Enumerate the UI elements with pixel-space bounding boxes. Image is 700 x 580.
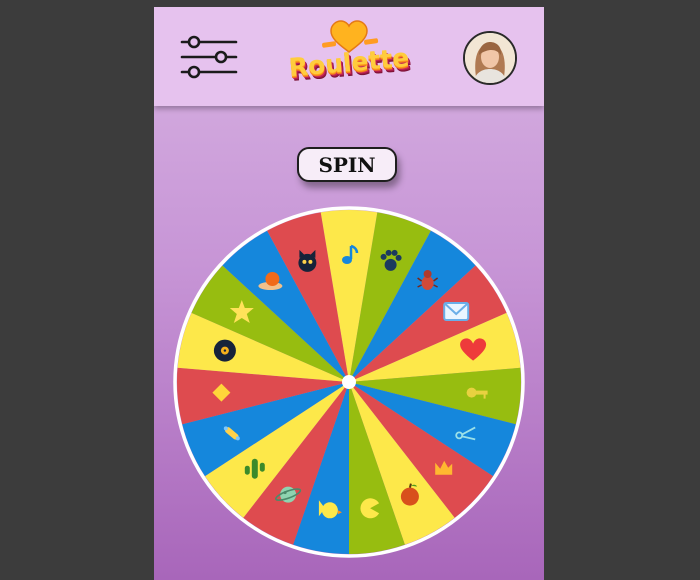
vinyl-record-icon <box>213 339 236 362</box>
roulette-wheel[interactable] <box>172 205 527 560</box>
user-avatar[interactable] <box>463 31 517 85</box>
spin-button[interactable]: SPIN <box>297 147 397 182</box>
app-screen: Roulette SPIN <box>154 7 544 580</box>
wheel-center-pin <box>342 375 356 389</box>
top-bar: Roulette <box>154 7 544 106</box>
envelope-icon <box>443 302 470 321</box>
sliders-icon[interactable] <box>180 35 238 79</box>
app-logo: Roulette <box>284 18 414 96</box>
